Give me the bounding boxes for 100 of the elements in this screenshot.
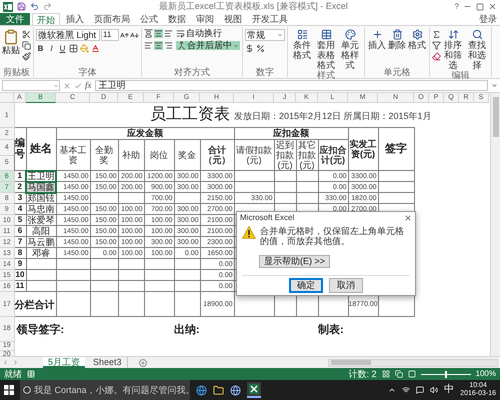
windows-logo-icon[interactable] (4, 385, 14, 395)
horizontal-scrollbar[interactable] (328, 358, 498, 366)
table-cell[interactable]: 邓睿 (26, 248, 56, 258)
list-icon (296, 29, 308, 40)
font-name-select[interactable]: 微软雅黑 Light (36, 29, 100, 41)
total-label: 分栏合计 (14, 300, 54, 311)
font-style-button[interactable]: U (58, 44, 67, 52)
merge-center-button[interactable]: 合并后居中 (176, 41, 240, 50)
table-cell[interactable] (26, 280, 56, 292)
eraser-icon[interactable] (432, 52, 441, 61)
table-cell: 1 (14, 170, 26, 182)
input-method-indicator[interactable]: 中 (444, 385, 454, 395)
formula-input[interactable]: 王卫明 (94, 80, 488, 91)
network-icon[interactable] (402, 386, 410, 394)
ribbon-button[interactable]: 单元格样式 (338, 29, 362, 70)
taskbar-search-field[interactable]: 我是 Cortana，小娜。有问题尽管问我。 (20, 380, 190, 400)
dialog-message: 合并单元格时，仅保留左上角单元格的值，而放弃其他值。 (260, 226, 405, 246)
ribbon-tab[interactable]: 审阅 (192, 13, 218, 25)
zoom-level-text: 100% (476, 370, 496, 378)
font-size-select[interactable]: 11 (101, 29, 119, 41)
ribbon-tab[interactable]: 开发工具 (248, 13, 292, 25)
ribbon-button[interactable]: 查找和选择 (465, 29, 489, 70)
ribbon-button[interactable]: 插入 (367, 29, 387, 50)
cancel-icon[interactable] (63, 82, 71, 90)
enter-icon[interactable] (74, 82, 82, 90)
sign-in-link[interactable]: 登录 (479, 13, 500, 25)
ribbon-tab[interactable]: 数据 (164, 13, 190, 25)
wrap-text-button[interactable]: 自动换行 (176, 29, 222, 38)
ribbon-tab[interactable]: 公式 (136, 13, 162, 25)
ribbon-button[interactable]: 套用表格格式 (314, 29, 338, 70)
table-cell[interactable]: 马云鹏 (26, 236, 56, 248)
font-style-button[interactable]: B (36, 44, 45, 52)
normal-view-icon[interactable] (382, 370, 390, 378)
table-cell[interactable] (26, 270, 56, 280)
ribbon-tab[interactable]: 视图 (220, 13, 246, 25)
ribbon-tab[interactable]: 页面布局 (90, 13, 134, 25)
ribbon-tab[interactable]: 插入 (62, 13, 88, 25)
insert-function-label[interactable]: fx (85, 81, 92, 90)
close-icon[interactable] (488, 2, 497, 11)
align-center-icon[interactable] (154, 41, 163, 50)
signature-label: 制表: (318, 324, 344, 336)
align-right-icon[interactable] (164, 41, 173, 50)
table-cell[interactable]: 王卫明 (26, 170, 56, 182)
grow-font-icon[interactable] (120, 30, 129, 40)
close-icon[interactable] (404, 214, 412, 222)
ribbon-button[interactable]: 排序和筛选 (441, 29, 465, 70)
ribbon-button[interactable]: 删除 (387, 29, 407, 50)
sum-icon[interactable] (432, 30, 441, 39)
plus-icon (372, 29, 382, 40)
redo-icon[interactable] (43, 2, 52, 11)
percent-icon[interactable] (256, 44, 265, 53)
signature-label: 领导签字: (16, 324, 64, 336)
caret-icon (53, 82, 59, 88)
header-cell: 补助 (118, 140, 144, 170)
table-cell[interactable]: 马忠南 (26, 204, 56, 214)
notifications-icon[interactable] (416, 386, 424, 394)
align-top-icon[interactable] (144, 29, 153, 38)
dialog-button[interactable]: 取消 (329, 278, 363, 293)
globe-icon[interactable] (230, 384, 241, 396)
tray-expand-icon[interactable] (388, 386, 396, 394)
fill-color-icon[interactable] (80, 44, 89, 53)
page-layout-icon[interactable] (394, 370, 403, 378)
align-middle-icon[interactable] (154, 29, 163, 38)
table-cell: 5 (14, 214, 26, 226)
ribbon-button[interactable]: 条件格式 (290, 29, 314, 70)
help-button[interactable]: ? (454, 2, 459, 10)
table-cell: 4 (14, 204, 26, 214)
ribbon-tab[interactable]: 开始 (32, 13, 60, 25)
borders-icon[interactable] (69, 44, 78, 53)
header-cell: 实发工资(元) (348, 128, 378, 170)
ribbon-group-label: 编辑 (452, 70, 470, 80)
spreadsheet-app-icon[interactable] (247, 382, 261, 398)
save-icon[interactable] (17, 2, 26, 11)
expand-icon[interactable] (491, 82, 498, 89)
font-style-button[interactable]: I (47, 44, 56, 52)
number-format-select[interactable]: 常规 (245, 29, 285, 41)
sheet-tab[interactable]: 5月工资 (43, 357, 86, 368)
table-cell[interactable]: 高阳 (26, 226, 56, 236)
copy-icon[interactable] (22, 41, 31, 50)
paste-button[interactable]: 粘贴 (2, 29, 20, 55)
folder-icon[interactable] (213, 384, 224, 396)
maximize-icon[interactable] (476, 2, 484, 10)
vertical-scrollbar[interactable] (490, 93, 500, 356)
ribbon-tab[interactable]: 文件 (0, 13, 30, 25)
show-help-button[interactable]: 显示帮助(E) >> (259, 255, 330, 268)
table-cell[interactable]: 张爱琴 (26, 214, 56, 226)
table-cell[interactable]: 郑国铉 (26, 192, 56, 204)
volume-icon[interactable] (430, 386, 438, 394)
header-cell: 迟到扣款(元) (274, 140, 296, 170)
ribbon-group-label: 剪贴板 (3, 67, 30, 77)
align-left-icon[interactable] (144, 41, 153, 50)
shrink-font-icon[interactable] (130, 30, 139, 40)
font-color-icon[interactable] (91, 44, 100, 53)
dialog-button[interactable]: 确定 (289, 278, 323, 293)
ribbon-button[interactable]: 格式 (407, 29, 427, 50)
table-cell[interactable] (26, 258, 56, 270)
scissors-icon[interactable] (22, 30, 31, 39)
currency-icon[interactable] (245, 44, 254, 53)
undo-icon[interactable] (30, 2, 39, 11)
paintbrush-icon[interactable] (22, 52, 31, 61)
